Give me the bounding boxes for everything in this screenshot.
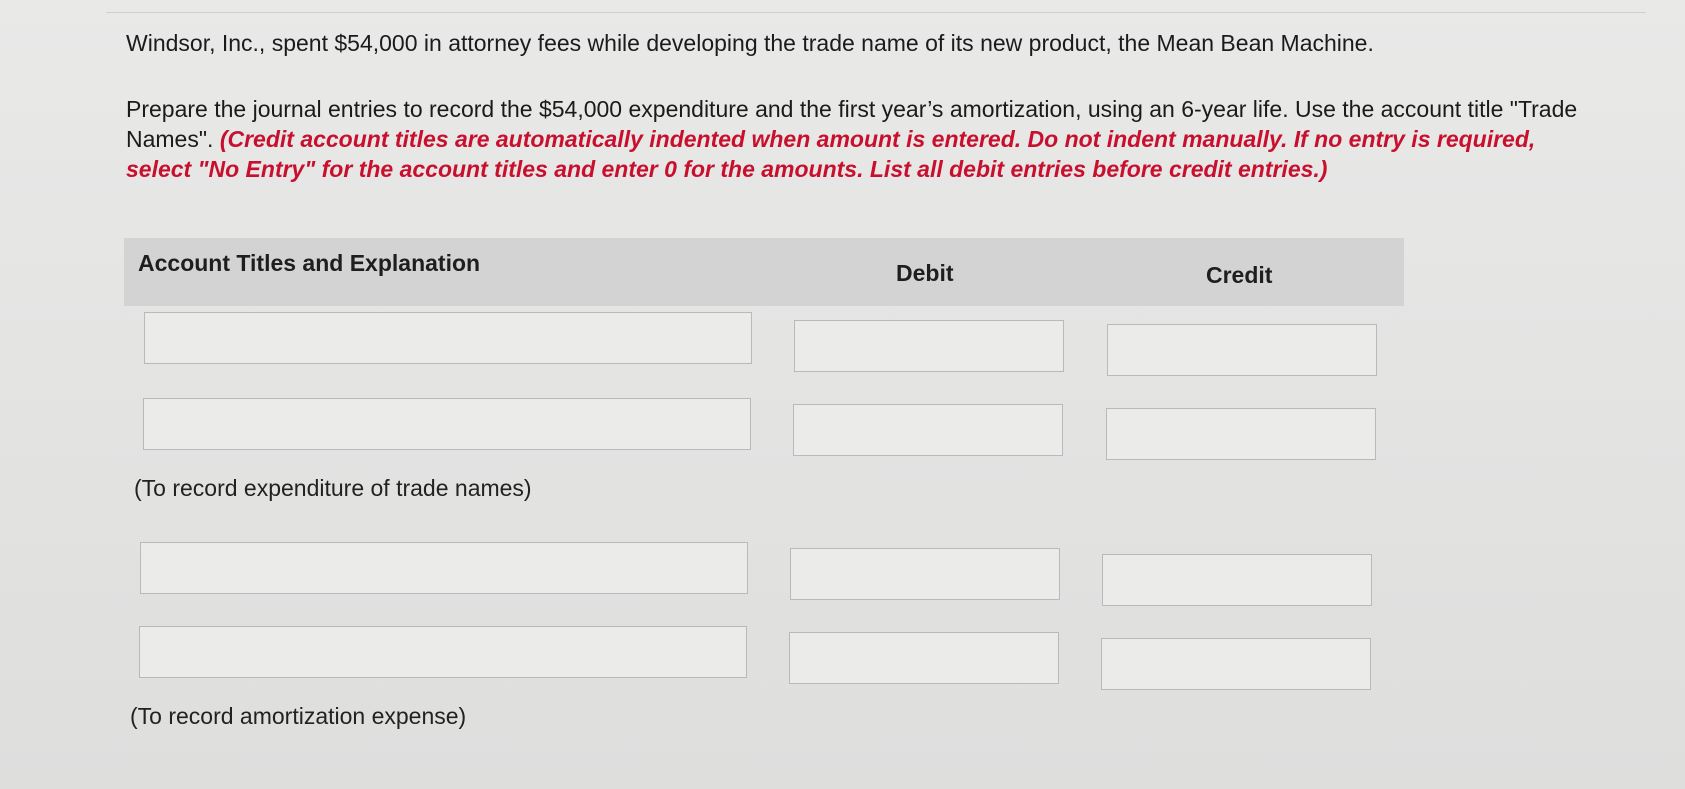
entry1-row1-account-field[interactable] — [144, 312, 752, 364]
entry2-row2-debit-field[interactable] — [789, 632, 1059, 684]
journal-entry-page: Windsor, Inc., spent $54,000 in attorney… — [0, 0, 1685, 789]
divider — [106, 12, 1646, 13]
entry1-row2-account-field[interactable] — [143, 398, 751, 450]
entry2-row1-credit-field[interactable] — [1102, 554, 1372, 606]
journal-table-header: Account Titles and Explanation Debit Cre… — [124, 238, 1404, 306]
entry1-row2-debit-field[interactable] — [793, 404, 1063, 456]
entry2-row1-debit-field[interactable] — [790, 548, 1060, 600]
entry1-row2-credit-field[interactable] — [1106, 408, 1376, 460]
entry2-explanation: (To record amortization expense) — [130, 703, 467, 729]
entry1-row1-debit-field[interactable] — [794, 320, 1064, 372]
entry2-row2-credit-field[interactable] — [1101, 638, 1371, 690]
entry1-explanation: (To record expenditure of trade names) — [134, 475, 532, 501]
entry2-row1-account-field[interactable] — [140, 542, 748, 594]
question-intro: Windsor, Inc., spent $54,000 in attorney… — [126, 30, 1374, 56]
question-instructions: Prepare the journal entries to record th… — [126, 94, 1606, 184]
instruction-note: (Credit account titles are automatically… — [126, 126, 1536, 182]
header-account-titles: Account Titles and Explanation — [138, 250, 481, 276]
entry2-row2-account-field[interactable] — [139, 626, 747, 678]
entry1-row1-credit-field[interactable] — [1107, 324, 1377, 376]
header-credit: Credit — [1206, 262, 1273, 288]
header-debit: Debit — [896, 260, 954, 286]
